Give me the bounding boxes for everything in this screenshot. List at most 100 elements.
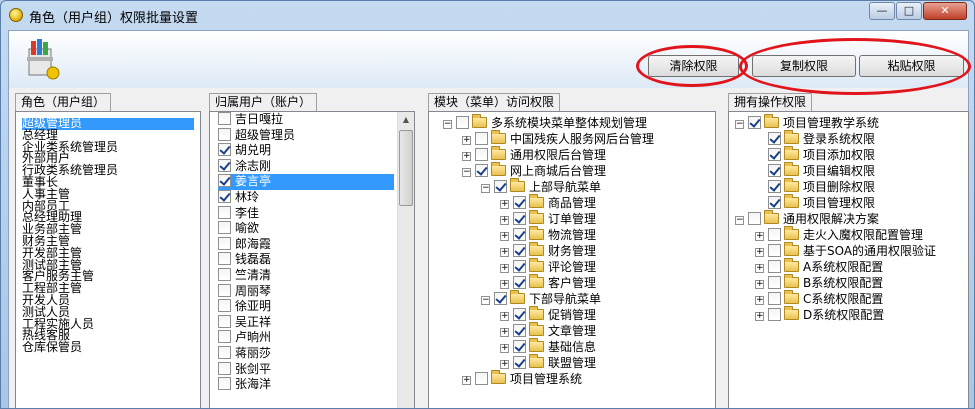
expand-icon[interactable]: + bbox=[462, 136, 471, 145]
tree-node[interactable]: 项目编辑权限 bbox=[755, 162, 875, 179]
maximize-button[interactable]: □ bbox=[896, 2, 922, 20]
user-checkbox[interactable] bbox=[218, 361, 231, 375]
tree-node[interactable]: 项目添加权限 bbox=[755, 146, 875, 163]
user-item[interactable]: 郎海霞 bbox=[218, 236, 414, 253]
user-item[interactable]: 蒋丽莎 bbox=[218, 345, 414, 362]
tree-checkbox[interactable] bbox=[513, 308, 526, 321]
role-item[interactable]: 仓库保管员 bbox=[22, 341, 200, 354]
tree-checkbox[interactable] bbox=[768, 308, 781, 321]
expand-icon[interactable]: + bbox=[755, 264, 764, 273]
tree-checkbox[interactable] bbox=[456, 116, 469, 129]
user-checkbox[interactable] bbox=[218, 236, 231, 250]
tree-checkbox[interactable] bbox=[748, 212, 761, 225]
tree-node[interactable]: − 项目管理教学系统 bbox=[735, 114, 879, 131]
tree-node[interactable]: − 上部导航菜单 bbox=[481, 178, 601, 195]
tree-node[interactable]: − 下部导航菜单 bbox=[481, 290, 601, 307]
scroll-thumb[interactable] bbox=[399, 130, 413, 206]
user-checkbox[interactable] bbox=[218, 189, 231, 203]
expand-icon[interactable]: + bbox=[500, 312, 509, 321]
tree-checkbox[interactable] bbox=[475, 148, 488, 161]
user-checkbox[interactable] bbox=[218, 314, 231, 328]
user-item[interactable]: 吉日嘎拉 bbox=[218, 112, 414, 128]
tree-checkbox[interactable] bbox=[475, 372, 488, 385]
tree-node[interactable]: 项目删除权限 bbox=[755, 178, 875, 195]
tree-checkbox[interactable] bbox=[768, 196, 781, 209]
user-checkbox[interactable] bbox=[218, 143, 231, 157]
collapse-icon[interactable]: − bbox=[735, 120, 744, 129]
user-checkbox[interactable] bbox=[218, 330, 231, 344]
tree-checkbox[interactable] bbox=[475, 132, 488, 145]
expand-icon[interactable]: + bbox=[755, 312, 764, 321]
user-item[interactable]: 周丽琴 bbox=[218, 283, 414, 300]
tree-checkbox[interactable] bbox=[768, 292, 781, 305]
user-checkbox[interactable] bbox=[218, 377, 231, 391]
tree-node[interactable]: + 文章管理 bbox=[500, 322, 596, 339]
operations-tree[interactable]: − 项目管理教学系统 登录系统权限 项目添加权限 项目编辑权限 项目删除权限 项目管理权限 −… bbox=[728, 111, 969, 408]
tree-checkbox[interactable] bbox=[475, 164, 488, 177]
user-item[interactable]: 林玲 bbox=[218, 189, 414, 206]
scroll-up-icon[interactable]: ▲ bbox=[398, 112, 414, 128]
user-item[interactable]: 徐亚明 bbox=[218, 299, 414, 315]
tree-checkbox[interactable] bbox=[748, 116, 761, 129]
collapse-icon[interactable]: − bbox=[735, 216, 744, 225]
users-scrollbar[interactable]: ▲ bbox=[397, 112, 414, 408]
user-checkbox[interactable] bbox=[218, 127, 231, 141]
tree-checkbox[interactable] bbox=[513, 196, 526, 209]
tree-node[interactable]: + 财务管理 bbox=[500, 242, 596, 259]
expand-icon[interactable]: + bbox=[500, 232, 509, 241]
expand-icon[interactable]: + bbox=[500, 216, 509, 225]
tree-checkbox[interactable] bbox=[768, 260, 781, 273]
expand-icon[interactable]: + bbox=[500, 280, 509, 289]
expand-icon[interactable]: + bbox=[500, 360, 509, 369]
user-checkbox[interactable] bbox=[218, 267, 231, 281]
tree-checkbox[interactable] bbox=[513, 276, 526, 289]
tree-checkbox[interactable] bbox=[513, 244, 526, 257]
user-checkbox[interactable] bbox=[218, 299, 231, 313]
user-item[interactable]: 超级管理员 bbox=[218, 127, 414, 144]
close-button[interactable]: ✕ bbox=[923, 2, 967, 20]
user-checkbox[interactable] bbox=[218, 205, 231, 219]
modules-tree[interactable]: − 多系统模块菜单整体规划管理 + 中国残疾人服务网后台管理 + 通用权限后台管理 − 网上商… bbox=[428, 111, 716, 408]
tree-node[interactable]: + 中国残疾人服务网后台管理 bbox=[462, 130, 654, 147]
tree-node[interactable]: 项目管理权限 bbox=[755, 194, 875, 211]
collapse-icon[interactable]: − bbox=[481, 296, 490, 305]
tree-node[interactable]: + B系统权限配置 bbox=[755, 274, 883, 291]
tree-checkbox[interactable] bbox=[494, 292, 507, 305]
expand-icon[interactable]: + bbox=[462, 376, 471, 385]
collapse-icon[interactable]: − bbox=[481, 184, 490, 193]
expand-icon[interactable]: + bbox=[500, 264, 509, 273]
tree-checkbox[interactable] bbox=[768, 148, 781, 161]
tree-node[interactable]: + 客户管理 bbox=[500, 274, 596, 291]
expand-icon[interactable]: + bbox=[500, 200, 509, 209]
tree-checkbox[interactable] bbox=[768, 228, 781, 241]
user-item[interactable]: 吴正祥 bbox=[218, 314, 414, 331]
roles-list[interactable]: 超级管理员 总经理 企业类系统管理员 外部用户 行政类系统管理员 董事长 人事主管 内部员工总… bbox=[15, 111, 201, 408]
expand-icon[interactable]: + bbox=[500, 344, 509, 353]
user-checkbox[interactable] bbox=[218, 283, 231, 297]
roles-tab[interactable]: 角色（用户组） bbox=[15, 93, 112, 111]
clear-permissions-button[interactable]: 清除权限 bbox=[648, 55, 739, 77]
user-item[interactable]: 李佳 bbox=[218, 205, 414, 222]
tree-node[interactable]: − 网上商城后台管理 bbox=[462, 162, 606, 179]
operations-tab[interactable]: 拥有操作权限 bbox=[728, 93, 813, 111]
tree-checkbox[interactable] bbox=[513, 340, 526, 353]
tree-checkbox[interactable] bbox=[494, 180, 507, 193]
tree-checkbox[interactable] bbox=[768, 276, 781, 289]
expand-icon[interactable]: + bbox=[755, 248, 764, 257]
expand-icon[interactable]: + bbox=[462, 152, 471, 161]
tree-node[interactable]: + D系统权限配置 bbox=[755, 306, 884, 323]
expand-icon[interactable]: + bbox=[500, 328, 509, 337]
tree-node[interactable]: + 促销管理 bbox=[500, 306, 596, 323]
tree-checkbox[interactable] bbox=[768, 132, 781, 145]
minimize-button[interactable]: — bbox=[869, 2, 895, 20]
tree-checkbox[interactable] bbox=[513, 356, 526, 369]
tree-node[interactable]: + 走火入魔权限配置管理 bbox=[755, 226, 923, 243]
user-checkbox[interactable] bbox=[218, 174, 231, 188]
tree-node[interactable]: + 评论管理 bbox=[500, 258, 596, 275]
user-item[interactable]: 姜言亭 bbox=[218, 174, 394, 190]
tree-node[interactable]: − 多系统模块菜单整体规划管理 bbox=[443, 114, 647, 131]
users-tab[interactable]: 归属用户（账户） bbox=[209, 93, 318, 111]
tree-checkbox[interactable] bbox=[513, 324, 526, 337]
tree-node[interactable]: + 联盟管理 bbox=[500, 354, 596, 371]
tree-node[interactable]: + 基于SOA的通用权限验证 bbox=[755, 242, 936, 259]
